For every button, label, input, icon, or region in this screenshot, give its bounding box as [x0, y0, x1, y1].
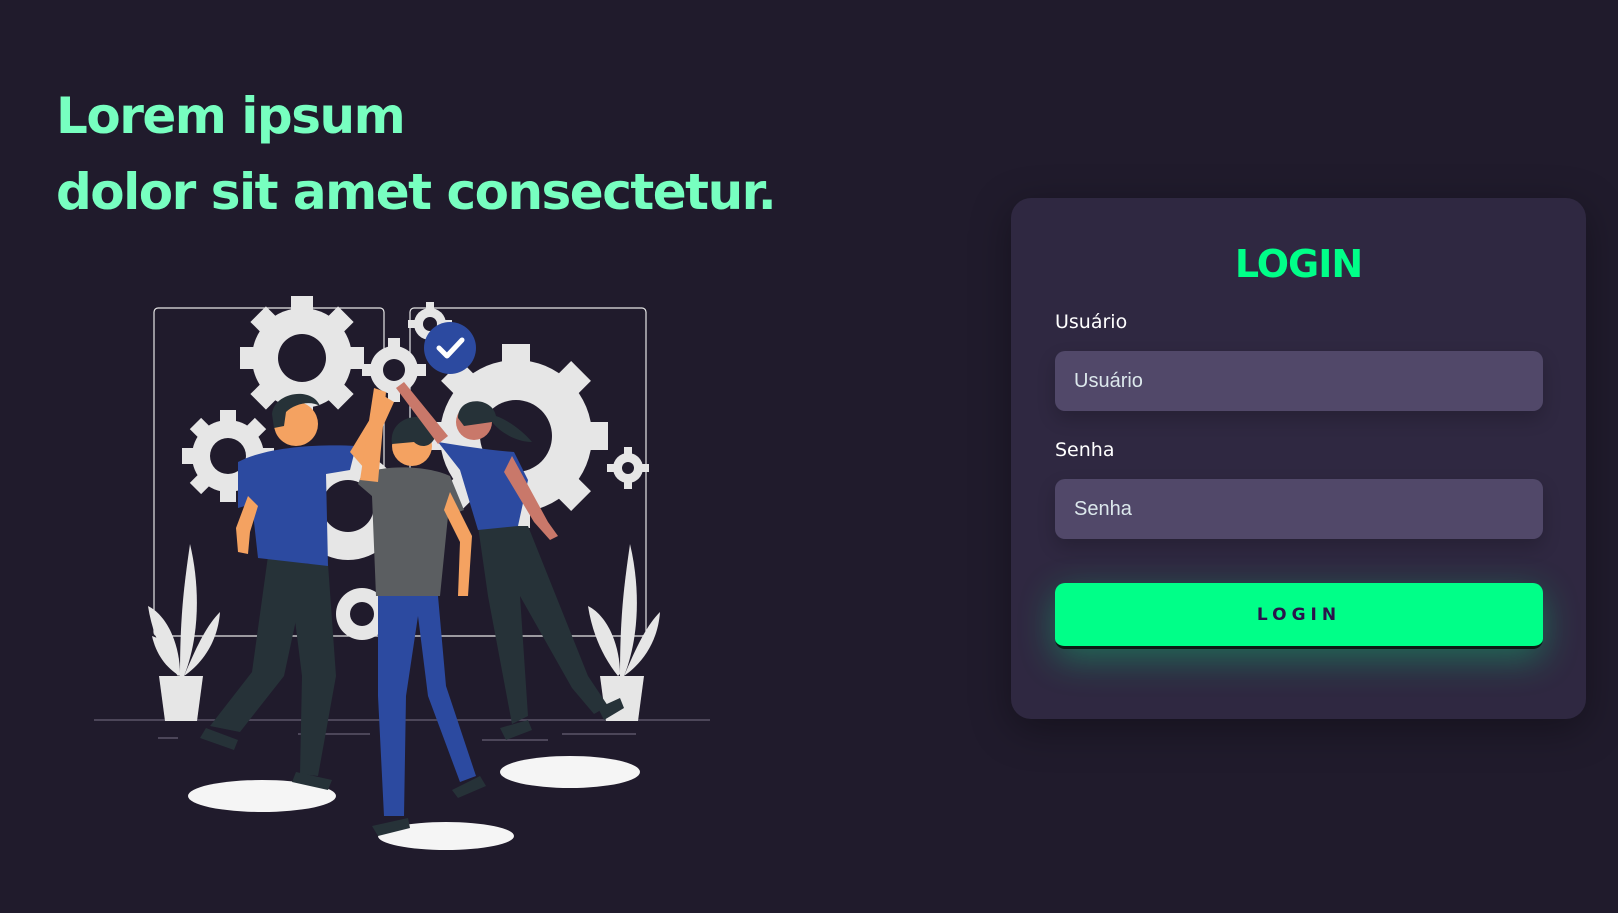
password-label: Senha — [1055, 439, 1115, 461]
shadow — [500, 756, 640, 788]
login-card: LOGIN Usuário Senha LOGIN — [1011, 198, 1586, 719]
username-label: Usuário — [1055, 311, 1128, 333]
username-input[interactable] — [1055, 351, 1543, 411]
check-badge-icon — [424, 322, 476, 374]
login-title: LOGIN — [1234, 242, 1363, 286]
plant-icon — [148, 544, 220, 721]
hero-headline: Lorem ipsum dolor sit amet consectetur. — [56, 78, 777, 230]
hero-headline-line-1: Lorem ipsum — [56, 87, 406, 145]
team-illustration — [94, 296, 710, 850]
gear-icon — [607, 447, 649, 489]
login-button[interactable]: LOGIN — [1055, 583, 1543, 649]
password-input[interactable] — [1055, 479, 1543, 539]
hero-headline-line-2: dolor sit amet consectetur. — [56, 163, 777, 221]
gear-icon — [362, 338, 426, 402]
